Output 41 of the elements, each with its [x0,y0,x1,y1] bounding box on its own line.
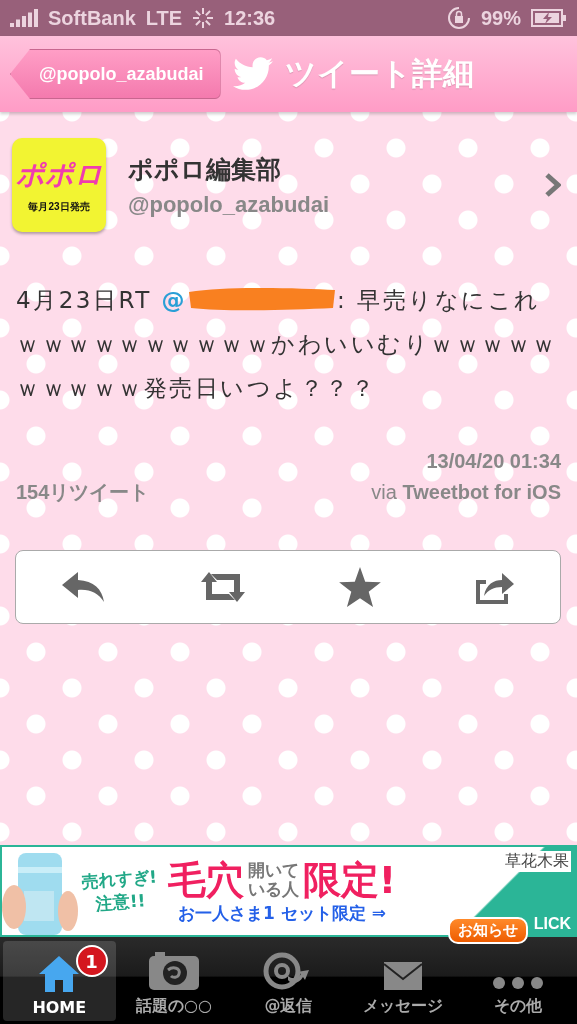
notification-badge: 1 [75,945,108,977]
ad-headline: いる人 [247,879,299,899]
bird-icon [232,57,273,91]
clock-time: 12:36 [224,6,276,30]
signal-icon [10,9,38,27]
battery-percent: 99% [480,6,521,30]
logo-text: ポポロ [15,157,103,193]
activity-spinner-icon [192,7,215,29]
tab-item[interactable]: 話題の○○ [117,941,231,1021]
ad-brand: 草花木果 [503,851,571,872]
screen-title: ツイート詳細 [284,54,474,93]
via-label: via [371,481,398,503]
tab-item[interactable]: その他 [461,941,574,1021]
ad-tagline: 注意!! [95,890,147,916]
reply-icon[interactable] [62,572,107,602]
tweet-timestamp: 13/04/20 01:34 [426,450,561,473]
ad-headline: 毛穴 [167,857,244,902]
network-type: LTE [145,6,183,30]
battery-charging-icon [531,9,567,27]
retweet-icon[interactable] [198,570,247,604]
tab-item[interactable]: @返信 [232,941,345,1021]
star-icon[interactable] [339,567,382,607]
tab-item[interactable]: メッセージ [346,941,460,1021]
rotation-lock-icon [446,6,471,30]
ad-headline: 開いて [247,860,299,880]
author-name[interactable]: ポポロ編集部 [128,152,523,186]
share-icon[interactable] [473,570,514,604]
avatar-logo[interactable]: ポポロ 毎月23日発売 [12,138,106,232]
chevron-right-icon[interactable] [545,173,561,197]
mail-icon [384,962,423,990]
ad-offer: お一人さま1 セット限定 ⇒ [177,901,386,925]
ad-tagline: 売れすぎ! [80,865,158,893]
tweet-text: 4月23日RT @ : 早売りなにこれｗｗｗｗｗｗｗｗｗｗかわいいむりｗｗｗｗｗｗｗｗｗｗ発売日いつよ？？？ [15,285,559,403]
ad-headline: 限定! [302,857,397,902]
ad-cta: LICK [533,915,571,933]
carrier-name: SoftBank [48,6,136,30]
more-icon [491,976,544,990]
camera-icon [148,952,199,990]
tab-item[interactable]: HOME 1 [3,941,116,1021]
home-icon [39,956,80,992]
logo-subtext: 毎月23日発売 [28,200,90,214]
